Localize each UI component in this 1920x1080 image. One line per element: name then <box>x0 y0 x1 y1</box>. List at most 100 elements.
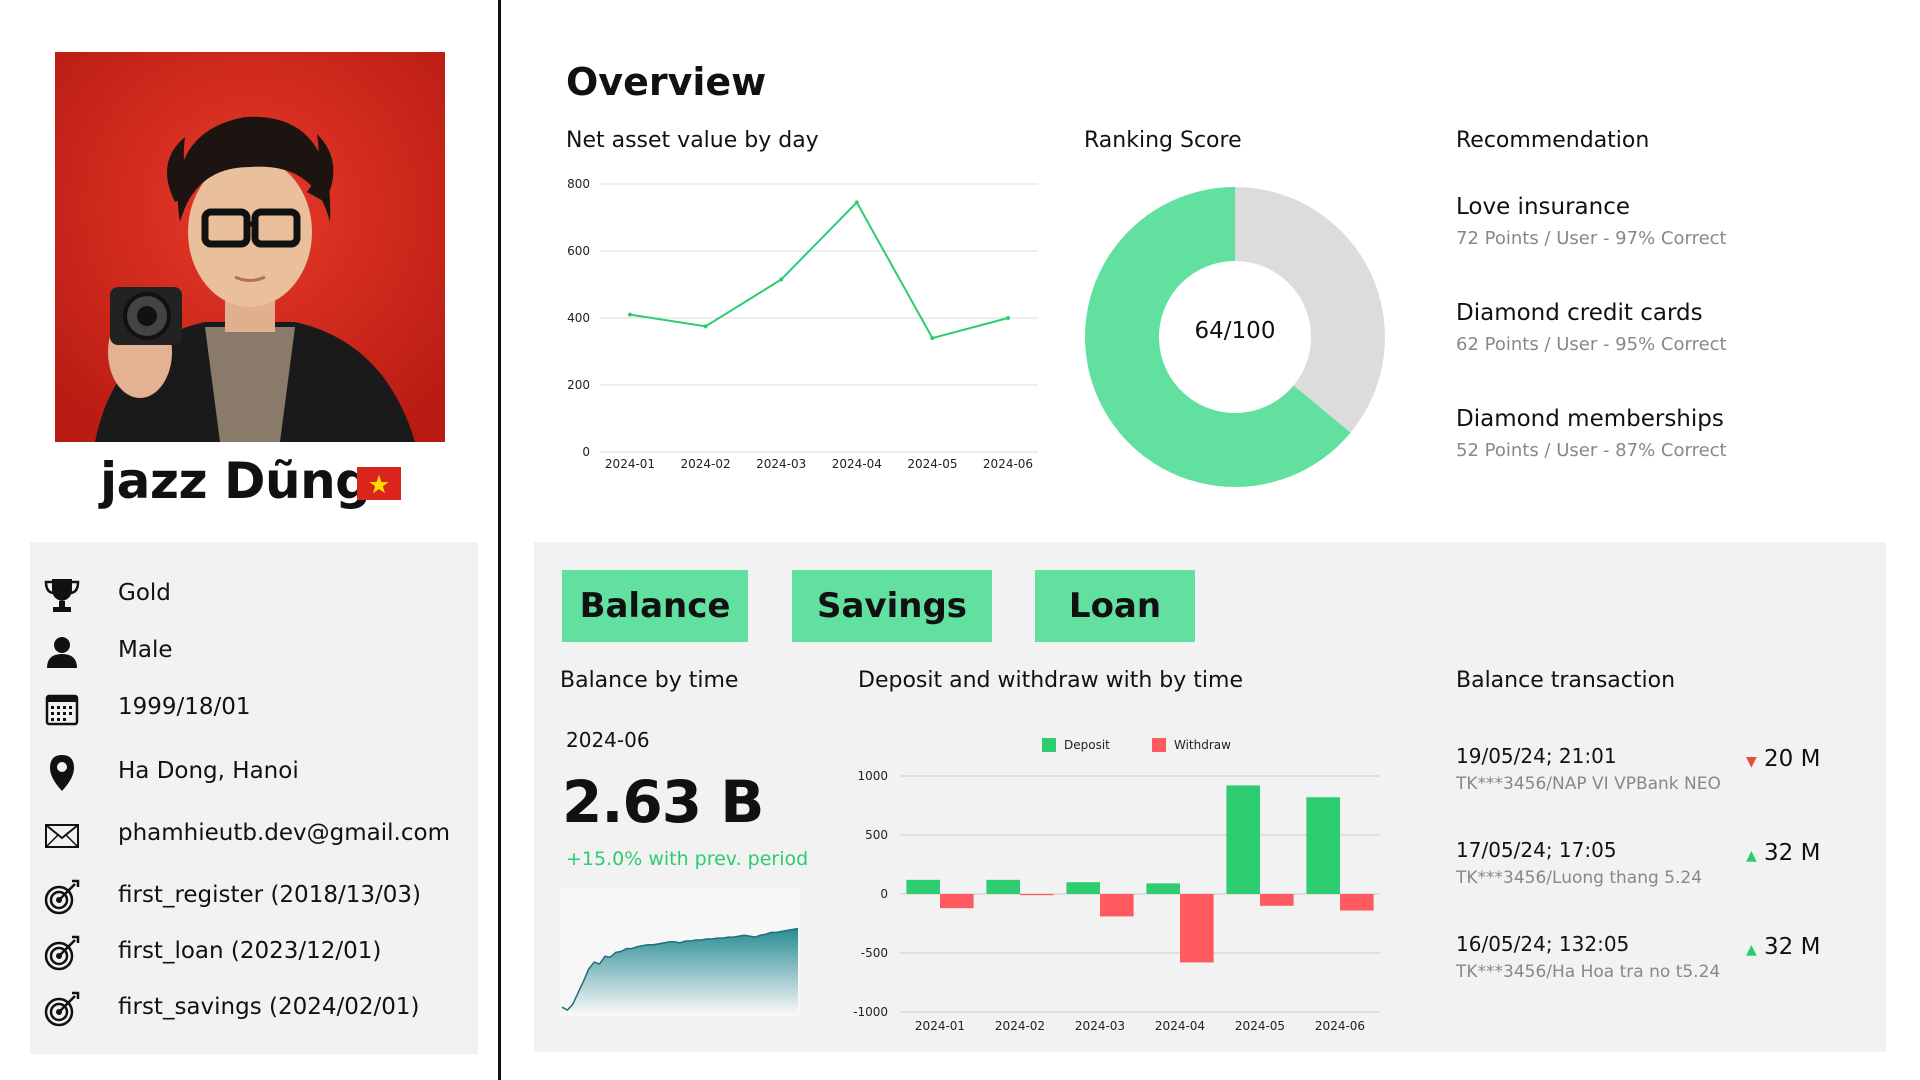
y-tick-label: 400 <box>567 311 590 325</box>
balance-change: +15.0% with prev. period <box>566 848 809 870</box>
y-tick-label: -500 <box>861 946 888 960</box>
target-icon <box>42 989 82 1029</box>
recommendation-item[interactable]: Diamond memberships 52 Points / User - 8… <box>1456 406 1727 461</box>
info-row-first-savings: first_savings (2024/02/01) <box>30 984 478 1034</box>
calendar-icon <box>42 689 82 729</box>
withdraw-bar <box>1180 894 1214 963</box>
transaction-item[interactable]: 17/05/24; 17:05 TK***3456/Luong thang 5.… <box>1456 838 1856 898</box>
recommendation-name[interactable]: Diamond credit cards <box>1456 300 1727 326</box>
recommendation-name[interactable]: Diamond memberships <box>1456 406 1727 432</box>
transactions-title: Balance transaction <box>1456 668 1676 693</box>
withdraw-bar <box>1020 894 1054 896</box>
transaction-date: 17/05/24; 17:05 <box>1456 838 1617 862</box>
nav-point <box>779 277 784 282</box>
withdraw-bar <box>1340 894 1374 911</box>
info-row-tier: Gold <box>30 570 478 620</box>
tab-balance[interactable]: Balance <box>562 570 748 642</box>
detail-panel: Balance Savings Loan Balance by time 202… <box>534 542 1886 1052</box>
recommendation-meta: 72 Points / User - 97% Correct <box>1456 228 1727 249</box>
x-tick-label: 2024-06 <box>983 457 1033 471</box>
tab-loan[interactable]: Loan <box>1035 570 1195 642</box>
nav-point <box>930 336 935 341</box>
nav-point <box>703 324 708 329</box>
legend-label: Withdraw <box>1174 738 1231 752</box>
deposit-bar <box>1226 785 1260 894</box>
info-email[interactable]: phamhieutb.dev@gmail.com <box>118 820 450 846</box>
transaction-description: TK***3456/Luong thang 5.24 <box>1456 868 1703 888</box>
x-tick-label: 2024-01 <box>605 457 655 471</box>
deposit-bar <box>1306 797 1340 894</box>
page-title: Overview <box>566 60 767 104</box>
deposit-withdraw-bar-chart: -1000 -500 0 500 1000 2024-01 2024-02 2024-03 20… <box>853 738 1380 1032</box>
y-tick-label: 1000 <box>857 769 888 783</box>
transaction-date: 16/05/24; 132:05 <box>1456 932 1630 956</box>
info-birthday: 1999/18/01 <box>118 694 251 720</box>
vietnam-flag-icon <box>357 467 401 500</box>
y-tick-label: -1000 <box>853 1005 888 1019</box>
x-tick-label: 2024-02 <box>681 457 731 471</box>
target-icon <box>42 933 82 973</box>
vertical-divider <box>498 0 501 1080</box>
withdraw-bar <box>940 894 974 909</box>
nav-point <box>628 312 632 317</box>
ranking-title: Ranking Score <box>1084 128 1242 153</box>
info-row-first-register: first_register (2018/13/03) <box>30 872 478 922</box>
profile-info-panel: Gold Male 1999/18/01 Ha Dong, Hanoi pham… <box>30 542 478 1054</box>
profile-sidebar: jazz Dũng Gold Male 1999/18/01 Ha Dong, … <box>0 0 500 1080</box>
deposit-withdraw-title: Deposit and withdraw with by time <box>858 668 1243 693</box>
balance-sparkline-chart <box>560 888 800 1016</box>
info-row-birthday: 1999/18/01 <box>30 684 478 734</box>
transaction-item[interactable]: 19/05/24; 21:01 TK***3456/NAP VI VPBank … <box>1456 744 1856 804</box>
info-first-savings: first_savings (2024/02/01) <box>118 994 420 1020</box>
mail-icon <box>42 815 82 855</box>
y-tick-label: 0 <box>582 445 590 459</box>
y-tick-label: 200 <box>567 378 590 392</box>
x-tick-label: 2024-03 <box>756 457 806 471</box>
trophy-icon <box>42 575 82 615</box>
nav-chart-title: Net asset value by day <box>566 128 819 153</box>
info-gender: Male <box>118 637 173 663</box>
info-location: Ha Dong, Hanoi <box>118 758 299 784</box>
arrow-up-icon: ▲ <box>1746 848 1757 864</box>
nav-point <box>854 200 859 205</box>
info-row-first-loan: first_loan (2023/12/01) <box>30 928 478 978</box>
location-pin-icon <box>42 753 82 793</box>
info-row-email[interactable]: phamhieutb.dev@gmail.com <box>30 810 478 860</box>
info-row-location: Ha Dong, Hanoi <box>30 748 478 798</box>
legend-label: Deposit <box>1064 738 1110 752</box>
profile-name: jazz Dũng <box>100 452 371 510</box>
recommendation-meta: 62 Points / User - 95% Correct <box>1456 334 1727 355</box>
target-icon <box>42 877 82 917</box>
transaction-amount: 32 M <box>1764 934 1821 960</box>
nav-line-chart: 0 200 400 600 800 2024-01 2024-02 2024-03 2024-0… <box>567 177 1038 471</box>
transaction-item[interactable]: 16/05/24; 132:05 TK***3456/Ha Hoa tra no… <box>1456 932 1856 992</box>
x-tick-label: 2024-05 <box>1235 1019 1285 1032</box>
transaction-amount: 20 M <box>1764 746 1821 772</box>
recommendation-item[interactable]: Diamond credit cards 62 Points / User - … <box>1456 300 1727 355</box>
tab-savings[interactable]: Savings <box>792 570 992 642</box>
transaction-date: 19/05/24; 21:01 <box>1456 744 1617 768</box>
x-tick-label: 2024-03 <box>1075 1019 1125 1032</box>
recommendation-item[interactable]: Love insurance 72 Points / User - 97% Co… <box>1456 194 1727 249</box>
x-tick-label: 2024-04 <box>1155 1019 1205 1032</box>
deposit-legend-swatch <box>1042 738 1056 752</box>
x-tick-label: 2024-06 <box>1315 1019 1365 1032</box>
x-tick-label: 2024-04 <box>832 457 882 471</box>
y-tick-label: 500 <box>865 828 888 842</box>
deposit-bar <box>1066 882 1100 894</box>
deposit-bar <box>906 879 940 894</box>
avatar <box>55 52 445 442</box>
donut-remaining-slice <box>1235 187 1385 433</box>
x-tick-label: 2024-05 <box>907 457 957 471</box>
info-tier: Gold <box>118 580 171 606</box>
x-tick-label: 2024-01 <box>915 1019 965 1032</box>
withdraw-bar <box>1260 894 1294 906</box>
recommendation-meta: 52 Points / User - 87% Correct <box>1456 440 1727 461</box>
info-row-gender: Male <box>30 627 478 677</box>
user-icon <box>42 632 82 672</box>
transaction-amount: 32 M <box>1764 840 1821 866</box>
recommendation-name[interactable]: Love insurance <box>1456 194 1727 220</box>
nav-point <box>1006 316 1010 320</box>
withdraw-bar <box>1100 894 1134 917</box>
transaction-description: TK***3456/NAP VI VPBank NEO <box>1456 774 1721 794</box>
